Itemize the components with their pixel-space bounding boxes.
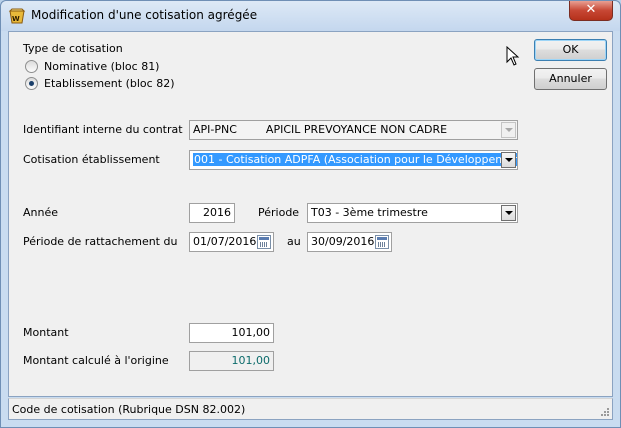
date-from-value: 01/07/2016 — [193, 235, 257, 248]
cancel-button[interactable]: Annuler — [534, 68, 607, 90]
computed-amount-field: 101,00 — [189, 351, 274, 371]
radio-nominative[interactable] — [25, 60, 38, 73]
cotisation-dropdown-icon[interactable] — [501, 152, 516, 168]
to-label: au — [287, 235, 301, 248]
mouse-cursor-icon — [506, 46, 520, 66]
status-text: Code de cotisation (Rubrique DSN 82.002) — [12, 403, 246, 416]
computed-amount-label: Montant calculé à l'origine — [23, 354, 169, 367]
period-dropdown-icon[interactable] — [501, 205, 516, 221]
title-bar[interactable]: W Modification d'une cotisation agrégée … — [1, 1, 620, 31]
period-value: T03 - 3ème trimestre — [311, 206, 428, 219]
svg-text:W: W — [12, 15, 20, 23]
close-icon: ✕ — [585, 2, 597, 17]
contract-dropdown-icon[interactable] — [501, 122, 516, 138]
status-bar: Code de cotisation (Rubrique DSN 82.002) — [8, 398, 613, 420]
date-to-input[interactable]: 30/09/2016 — [307, 232, 392, 252]
contract-combo[interactable]: API-PNC APICIL PREVOYANCE NON CADRE — [189, 120, 518, 140]
dialog-client-area: Type de cotisation Nominative (bloc 81) … — [8, 31, 613, 397]
radio-etablissement-label[interactable]: Etablissement (bloc 82) — [44, 77, 175, 90]
amount-input[interactable]: 101,00 — [189, 323, 274, 343]
contract-code: API-PNC — [193, 123, 237, 136]
cotisation-label: Cotisation établissement — [23, 153, 160, 166]
period-combo[interactable]: T03 - 3ème trimestre — [307, 203, 518, 223]
contract-label: Identifiant interne du contrat — [23, 123, 183, 136]
wd-app-icon: W — [8, 8, 26, 24]
calendar-icon[interactable] — [257, 235, 271, 249]
year-input[interactable]: 2016 — [189, 203, 235, 223]
radio-etablissement[interactable] — [25, 77, 38, 90]
amount-label: Montant — [23, 326, 69, 339]
ok-button[interactable]: OK — [534, 39, 607, 61]
dialog-window: W Modification d'une cotisation agrégée … — [0, 0, 621, 428]
calendar-icon[interactable] — [375, 235, 389, 249]
close-button[interactable]: ✕ — [569, 1, 613, 21]
year-label: Année — [23, 206, 59, 219]
resize-grip-icon[interactable] — [600, 407, 610, 417]
attachment-period-label: Période de rattachement du — [23, 235, 178, 248]
date-to-value: 30/09/2016 — [311, 235, 375, 248]
cotisation-combo[interactable]: 001 - Cotisation ADPFA (Association pour… — [189, 150, 518, 170]
radio-nominative-label[interactable]: Nominative (bloc 81) — [44, 60, 159, 73]
window-title: Modification d'une cotisation agrégée — [31, 8, 258, 22]
period-label: Période — [258, 206, 300, 219]
contract-name: APICIL PREVOYANCE NON CADRE — [265, 123, 448, 136]
date-from-input[interactable]: 01/07/2016 — [189, 232, 274, 252]
radio-group-label: Type de cotisation — [23, 42, 123, 55]
cotisation-value: 001 - Cotisation ADPFA (Association pour… — [193, 153, 517, 166]
